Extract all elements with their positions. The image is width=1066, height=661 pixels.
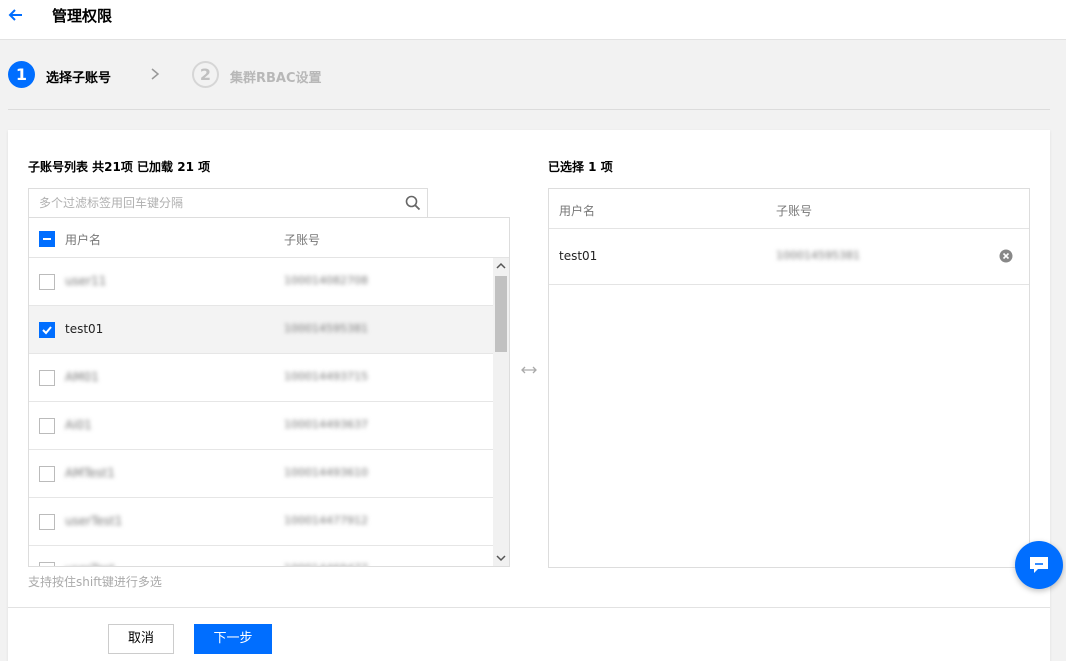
cancel-button[interactable]: 取消 bbox=[108, 624, 174, 654]
step-2-label: 集群RBAC设置 bbox=[230, 71, 322, 86]
cell-account: 100014493637 bbox=[284, 418, 368, 431]
table-row[interactable]: user11 100014082708 bbox=[29, 258, 493, 306]
multi-select-hint: 支持按住shift键进行多选 bbox=[28, 575, 162, 589]
select-all-checkbox[interactable] bbox=[39, 231, 55, 247]
step-2-number: 2 bbox=[192, 61, 219, 88]
row-checkbox[interactable] bbox=[39, 562, 55, 566]
cell-username: AMTest1 bbox=[65, 466, 115, 480]
back-arrow-icon[interactable] bbox=[7, 6, 25, 24]
list-heading: 子账号列表 共21项 已加载 21 项 bbox=[28, 160, 211, 174]
chevron-right-icon bbox=[148, 66, 162, 82]
page-title: 管理权限 bbox=[52, 7, 113, 25]
cell-account: 100014469477 bbox=[284, 562, 368, 566]
selected-table-header: 用户名 子账号 bbox=[549, 189, 1029, 229]
chat-icon bbox=[1030, 557, 1048, 573]
main-panel: 子账号列表 共21项 已加载 21 项 用户名 子账号 user11 10001… bbox=[8, 130, 1050, 661]
cell-username: userTest1 bbox=[65, 514, 123, 528]
table-row[interactable]: AMTest1 100014493610 bbox=[29, 450, 493, 498]
table-row[interactable]: AM01 100014493715 bbox=[29, 354, 493, 402]
table-row[interactable]: userTest1 100014477912 bbox=[29, 498, 493, 546]
row-checkbox[interactable] bbox=[39, 274, 55, 290]
cell-username: user11 bbox=[65, 274, 107, 288]
step-1-label: 选择子账号 bbox=[46, 71, 112, 86]
selected-heading: 已选择 1 项 bbox=[548, 160, 613, 174]
selected-table: 用户名 子账号 test01 100014595381 bbox=[548, 188, 1030, 568]
table-header: 用户名 子账号 bbox=[29, 218, 509, 258]
cell-account: 100014477912 bbox=[284, 514, 368, 527]
cell-account: 100014493610 bbox=[284, 466, 368, 479]
scrollbar[interactable] bbox=[493, 258, 509, 566]
cell-account: 100014595381 bbox=[284, 322, 368, 335]
chat-button[interactable] bbox=[1015, 541, 1063, 589]
swap-arrows-icon bbox=[520, 363, 538, 377]
selected-column-account: 子账号 bbox=[776, 204, 813, 218]
column-header-account: 子账号 bbox=[284, 233, 321, 247]
scroll-down-arrow-icon[interactable] bbox=[493, 550, 509, 566]
step-1-number: 1 bbox=[8, 61, 35, 88]
selected-cell-username: test01 bbox=[559, 249, 598, 263]
steps-divider bbox=[8, 109, 1050, 110]
footer-divider bbox=[8, 607, 1050, 608]
selected-row: test01 100014595381 bbox=[549, 229, 1029, 285]
cell-account: 100014082708 bbox=[284, 274, 368, 287]
row-checkbox[interactable] bbox=[39, 514, 55, 530]
row-checkbox[interactable] bbox=[39, 466, 55, 482]
cell-username: userTest bbox=[65, 562, 115, 566]
cell-username: test01 bbox=[65, 322, 104, 336]
row-checkbox[interactable] bbox=[39, 418, 55, 434]
cell-username: Ai01 bbox=[65, 418, 92, 432]
column-header-username: 用户名 bbox=[65, 233, 102, 247]
table-row[interactable]: Ai01 100014493637 bbox=[29, 402, 493, 450]
next-step-button[interactable]: 下一步 bbox=[194, 624, 272, 654]
search-input[interactable] bbox=[29, 189, 389, 217]
cell-username: AM01 bbox=[65, 370, 99, 384]
search-icon[interactable] bbox=[405, 195, 421, 211]
table-row[interactable]: userTest 100014469477 bbox=[29, 546, 493, 566]
selected-column-username: 用户名 bbox=[559, 204, 596, 218]
top-bar: 管理权限 bbox=[0, 0, 1066, 40]
scroll-up-arrow-icon[interactable] bbox=[493, 258, 509, 274]
row-checkbox[interactable] bbox=[39, 370, 55, 386]
table-row[interactable]: test01 100014595381 bbox=[29, 306, 493, 354]
scrollbar-thumb[interactable] bbox=[495, 276, 507, 352]
selected-cell-account: 100014595381 bbox=[776, 249, 860, 262]
search-box bbox=[28, 188, 428, 218]
cell-account: 100014493715 bbox=[284, 370, 368, 383]
remove-circle-icon[interactable] bbox=[999, 249, 1013, 263]
row-checkbox[interactable] bbox=[39, 322, 55, 338]
account-list-table: 用户名 子账号 user11 100014082708 test01 10001… bbox=[28, 217, 510, 567]
